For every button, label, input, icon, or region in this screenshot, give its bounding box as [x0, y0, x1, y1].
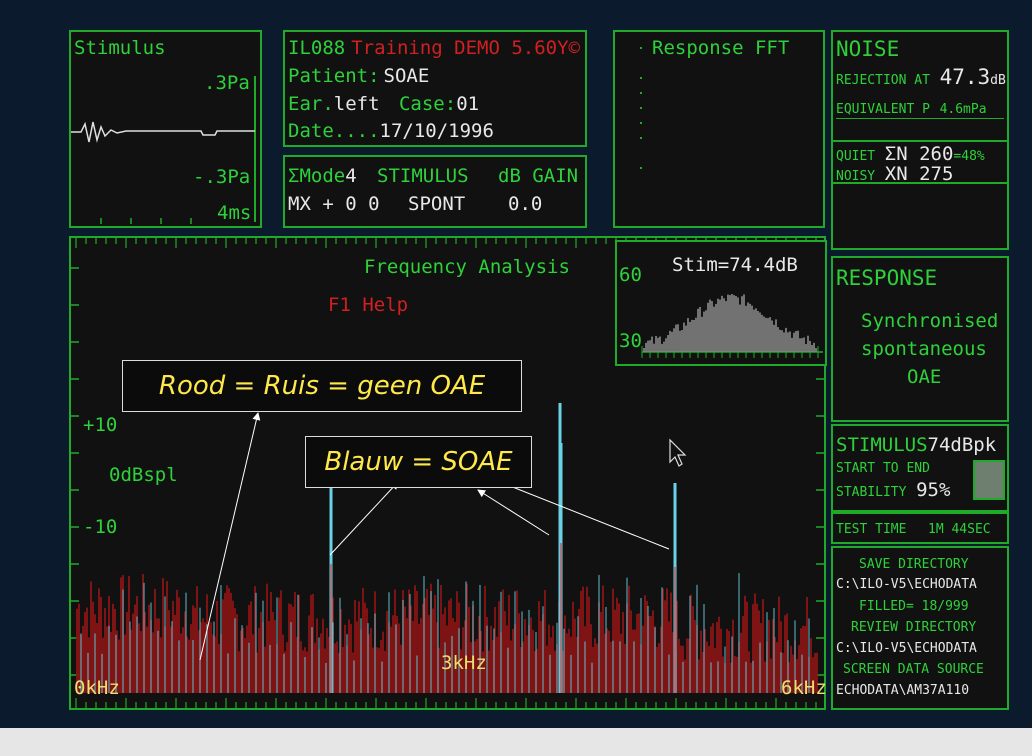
test-time-panel: TEST TIME 1M 44SEC — [831, 512, 1009, 544]
stim-y-top: 60 — [619, 264, 642, 286]
save-directory-value: C:\ILO-V5\ECHODATA — [836, 577, 977, 592]
stimulus-level-label: STIMULUS — [836, 434, 928, 456]
case-value: 01 — [456, 93, 480, 115]
mode-row: ΣMode4 — [288, 167, 357, 186]
mode-label: ΣMode — [288, 165, 346, 187]
response-line1: Synchronised — [861, 310, 999, 332]
mode-value: 4 — [345, 165, 357, 187]
stability-row: STABILITY 95% — [836, 481, 950, 500]
stimulus-level-row: STIMULUS74dBpk — [836, 436, 996, 455]
review-directory-label: REVIEW DIRECTORY — [851, 620, 977, 635]
y-label-plus10: +10 — [83, 414, 118, 436]
date-label: Date.... — [288, 120, 380, 142]
quiet-label: QUIET — [836, 149, 876, 164]
response-fft-axis-dots — [640, 47, 642, 169]
empty-status-panel — [831, 182, 1009, 250]
patient-row: Patient: SOAE — [288, 67, 429, 86]
equivalent-value: 4.6mPa — [939, 102, 987, 117]
equivalent-row: EQUIVALENT P 4.6mPa — [836, 100, 987, 116]
case-label: Case: — [398, 93, 457, 115]
stim-spectrum-panel: Stim=74.4dB 60 30 — [615, 240, 827, 366]
stim-y-bottom: 30 — [619, 330, 642, 352]
patient-label: Patient: — [288, 65, 380, 87]
stability-value: 95% — [916, 479, 951, 501]
patient-info-panel: IL088 Training DEMO 5.60Y© Patient: SOAE E… — [283, 30, 587, 147]
product-title: IL088 Training DEMO 5.60Y© — [288, 39, 580, 58]
y-label-0dbspl: 0dBspl — [109, 464, 178, 486]
mx-label: MX + 0 0 — [288, 193, 380, 215]
stimulus-level-value: 74dBpk — [927, 434, 997, 456]
noise-panel: NOISE REJECTION AT 47.3dB EQUIVALENT P 4… — [831, 30, 1009, 142]
stability-label: STABILITY — [836, 485, 907, 500]
start-to-end-label: START TO END — [836, 461, 930, 476]
stimulus-panel: Stimulus .3Pa -.3Pa 4ms — [69, 30, 262, 228]
quiet-value: ΣN 260 — [884, 143, 954, 165]
rejection-unit: dB — [990, 73, 1006, 88]
screen-source-label: SCREEN DATA SOURCE — [843, 662, 984, 677]
quiet-percent: =48% — [953, 149, 985, 164]
red-noise-callout: Rood = Ruis = geen OAE — [122, 360, 522, 412]
test-time-value: 1M 44SEC — [928, 522, 991, 537]
model-label: IL088 — [288, 37, 346, 59]
frequency-analysis-title: Frequency Analysis — [364, 256, 570, 278]
ear-label: Ear. — [288, 93, 334, 115]
quiet-noisy-panel: QUIET ΣN 260=48% NOISY XN 275 — [831, 140, 1009, 184]
mode-panel: ΣMode4 STIMULUS dB GAIN MX + 0 0 SPONT 0… — [283, 155, 587, 228]
response-line3: OAE — [907, 366, 942, 388]
slide-footer-bar — [0, 728, 1032, 756]
equivalent-underline — [836, 118, 1004, 119]
rejection-row: REJECTION AT 47.3dB — [836, 67, 1006, 88]
stimulus-header: STIMULUS — [377, 165, 469, 187]
rejection-label: REJECTION AT — [836, 73, 930, 88]
ear-row: Ear.left Case:01 — [288, 95, 479, 114]
review-directory-value: C:\ILO-V5\ECHODATA — [836, 641, 977, 656]
x-label-0khz: 0kHz — [74, 677, 120, 699]
f1-help-label: F1 Help — [328, 294, 409, 316]
response-fft-panel: Response FFT — [613, 30, 825, 228]
patient-value: SOAE — [383, 65, 430, 87]
blue-soae-callout: Blauw = SOAE — [305, 436, 532, 488]
response-line2: spontaneous — [861, 338, 987, 360]
stimulus-stability-panel: STIMULUS74dBpk START TO END STABILITY 95… — [831, 424, 1009, 512]
equivalent-label: EQUIVALENT P — [836, 102, 930, 117]
screen-source-value: ECHODATA\AM37A110 — [836, 683, 970, 698]
y-label-minus10: -10 — [83, 516, 118, 538]
gain-value: 0.0 — [508, 193, 543, 215]
gain-header: dB GAIN — [498, 165, 579, 187]
stimulus-mode-value: SPONT — [408, 193, 466, 215]
noise-title: NOISE — [836, 37, 900, 61]
stimulus-waveform — [71, 76, 256, 224]
filled-count: FILLED= 18/999 — [859, 599, 969, 614]
save-directory-label: SAVE DIRECTORY — [859, 557, 969, 572]
x-label-6khz: 6kHz — [781, 677, 827, 699]
response-panel: RESPONSE Synchronised spontaneous OAE — [831, 256, 1009, 422]
ear-value: left — [333, 93, 380, 115]
date-value: 17/10/1996 — [379, 120, 494, 142]
product-label: Training DEMO 5.60Y© — [351, 37, 580, 59]
test-time-label: TEST TIME — [836, 522, 907, 537]
stim-level-title: Stim=74.4dB — [672, 254, 798, 276]
quiet-row: QUIET ΣN 260=48% — [836, 145, 985, 164]
rejection-value: 47.3 — [939, 65, 991, 89]
directory-panel: SAVE DIRECTORY C:\ILO-V5\ECHODATA FILLED… — [831, 546, 1009, 710]
response-title: RESPONSE — [836, 266, 938, 290]
date-row: Date....17/10/1996 — [288, 122, 494, 141]
x-label-3khz: 3kHz — [441, 652, 487, 674]
stability-indicator-box — [973, 460, 1005, 500]
